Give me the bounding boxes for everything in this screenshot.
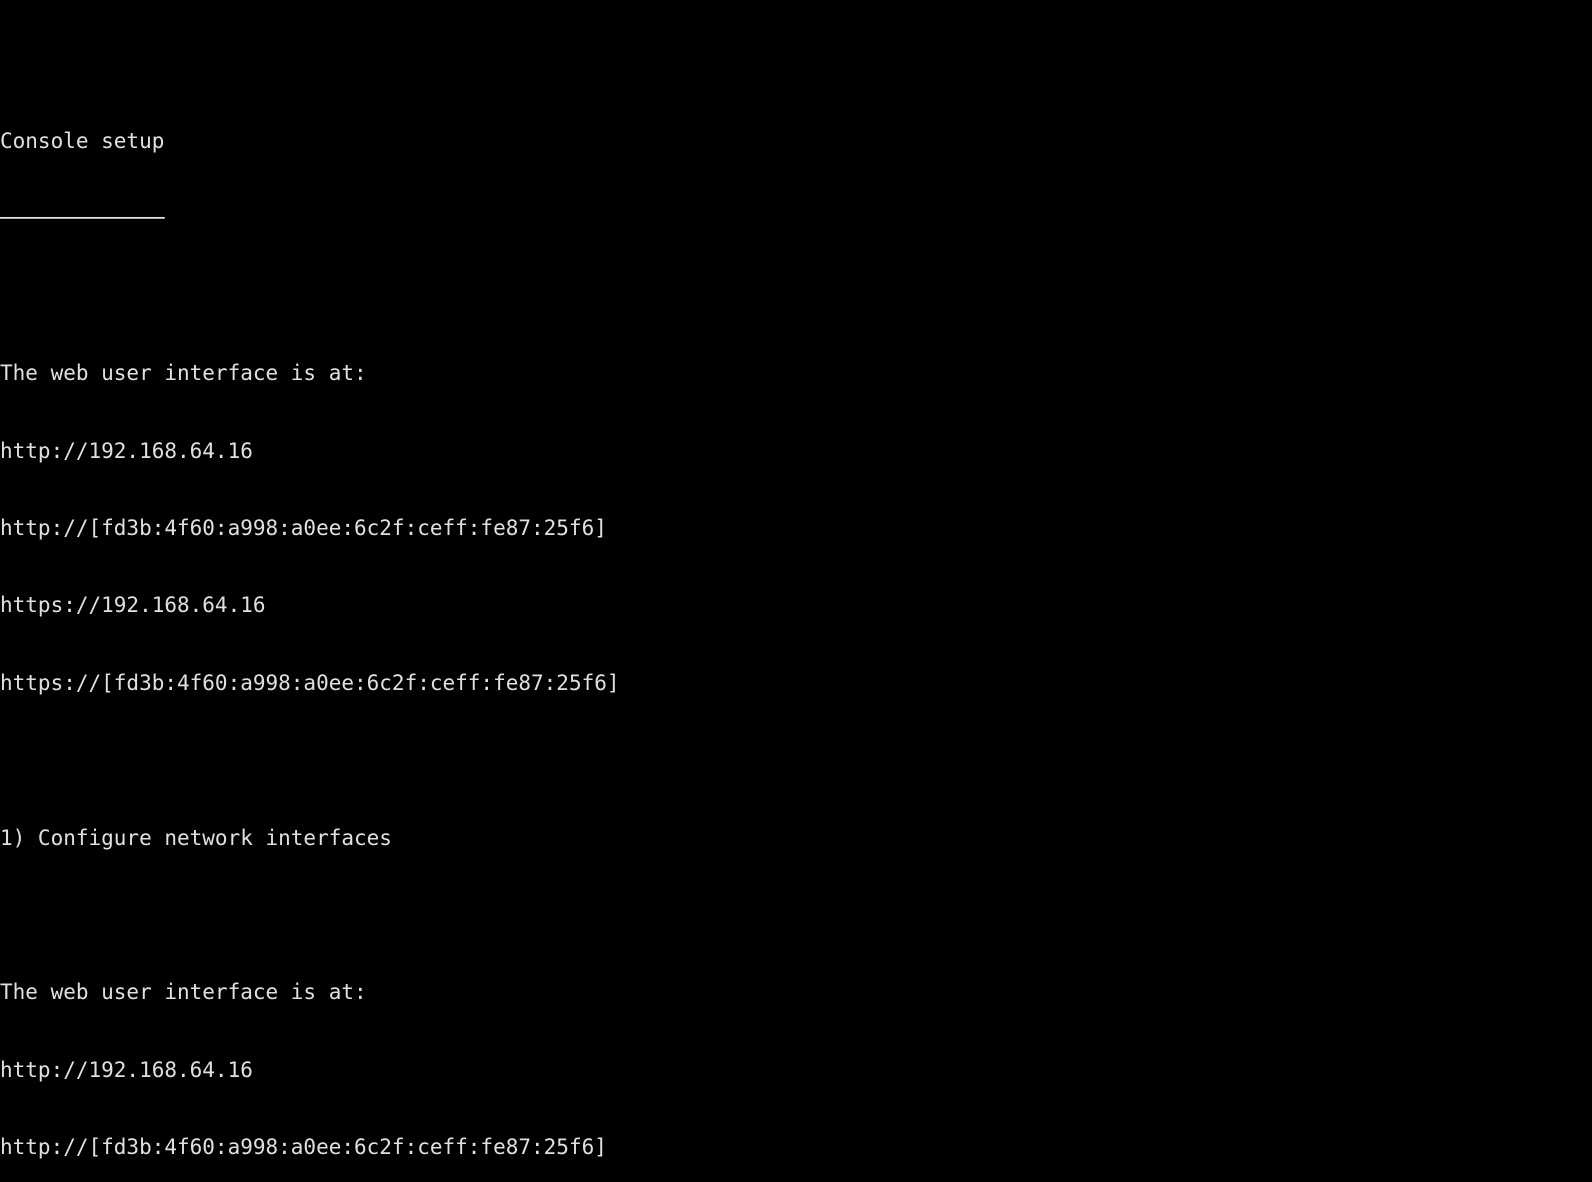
- blank-line: [0, 52, 1592, 78]
- web-ui-url: http://192.168.64.16: [0, 1058, 1592, 1084]
- web-ui-heading: The web user interface is at:: [0, 980, 1592, 1006]
- blank-line: [0, 748, 1592, 774]
- console-terminal[interactable]: Console setup ───────────── The web user…: [0, 0, 1592, 1182]
- web-ui-url: http://192.168.64.16: [0, 439, 1592, 465]
- web-ui-heading: The web user interface is at:: [0, 361, 1592, 387]
- web-ui-url: https://[fd3b:4f60:a998:a0ee:6c2f:ceff:f…: [0, 671, 1592, 697]
- web-ui-url: https://192.168.64.16: [0, 593, 1592, 619]
- blank-line: [0, 284, 1592, 310]
- menu-option-1-partial[interactable]: 1) Configure network interfaces: [0, 826, 1592, 852]
- web-ui-url: http://[fd3b:4f60:a998:a0ee:6c2f:ceff:fe…: [0, 1135, 1592, 1161]
- blank-line: [0, 903, 1592, 929]
- console-title: Console setup: [0, 129, 1592, 155]
- divider: ─────────────: [0, 206, 1592, 232]
- web-ui-url: http://[fd3b:4f60:a998:a0ee:6c2f:ceff:fe…: [0, 516, 1592, 542]
